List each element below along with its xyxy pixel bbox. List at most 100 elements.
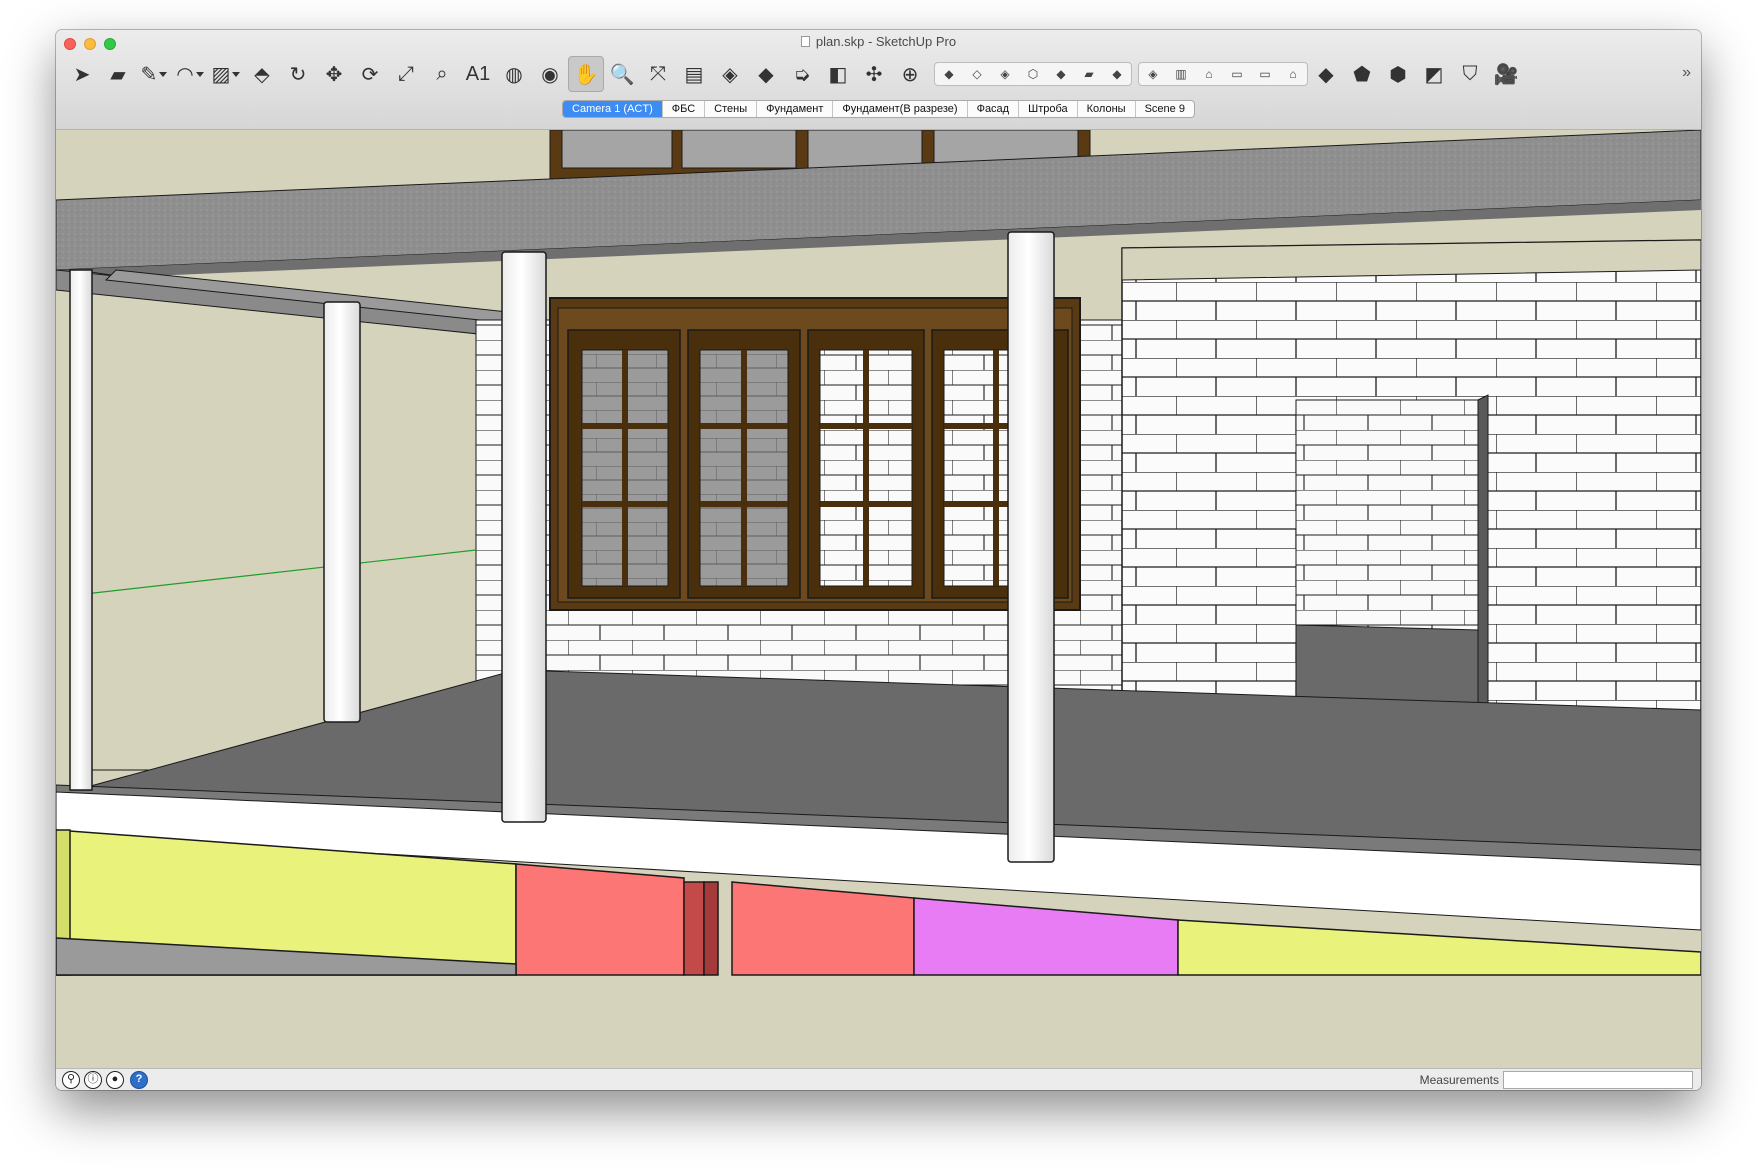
axes-tool-icon: ✣ — [865, 63, 883, 86]
toolbar-overflow-button[interactable]: » — [1682, 64, 1691, 82]
face-style-6-icon[interactable]: ◆ — [1103, 63, 1131, 85]
standard-view-group: ◈ ▥ ⌂ ▭ ▭ ⌂ — [1138, 62, 1308, 86]
paint-bucket-tool-icon: ◍ — [505, 63, 523, 86]
walkthrough-button[interactable]: 🎥 — [1488, 56, 1524, 92]
line-tool-button[interactable]: ✎ — [136, 56, 172, 92]
scene-tab[interactable]: Стены — [705, 101, 758, 117]
warehouse-icon: ▤ — [684, 63, 704, 86]
wireframe-icon: ⬢ — [1389, 63, 1407, 86]
face-style-4-icon[interactable]: ◆ — [1047, 63, 1075, 85]
credits-icon[interactable]: ⓘ — [84, 1071, 102, 1089]
help-icon[interactable]: ? — [130, 1071, 148, 1089]
text-tool-button[interactable]: A1 — [460, 56, 496, 92]
position-camera-button[interactable]: ⊕ — [892, 56, 928, 92]
back-edges-button[interactable]: ⬟ — [1344, 56, 1380, 92]
standard-view-3-icon[interactable]: ▭ — [1223, 63, 1251, 85]
scene-tab[interactable]: Штроба — [1019, 101, 1078, 117]
pan-tool-icon: ✋ — [573, 63, 599, 86]
zoom-tool-icon: 🔍 — [609, 63, 635, 86]
face-style-1-icon[interactable]: ◇ — [963, 63, 991, 85]
section-plane-button[interactable]: ◧ — [820, 56, 856, 92]
push-pull-tool-button[interactable]: ⬘ — [244, 56, 280, 92]
back-edges-icon: ⬟ — [1353, 63, 1371, 86]
sketchup-window: plan.skp - SketchUp Pro ➤ ▰ ✎ ◠ ▨ ⬘ ↻ ✥ ⟳ ⤢ ⌕ A1 ◍ ◉ ✋… — [56, 30, 1701, 1090]
extension-warehouse-icon: ◈ — [722, 63, 738, 86]
extension-warehouse-button[interactable]: ◈ — [712, 56, 748, 92]
face-style-group: ◆ ◇ ◈ ⬡ ◆ ▰ ◆ — [934, 62, 1132, 86]
scene-tab[interactable]: Фасад — [968, 101, 1020, 117]
shaded-icon: ◩ — [1424, 63, 1444, 86]
follow-me-tool-icon: ↻ — [289, 63, 307, 86]
walkthrough-icon: 🎥 — [1493, 63, 1519, 86]
window-title-text: plan.skp - SketchUp Pro — [815, 34, 957, 49]
3d-viewport[interactable] — [56, 130, 1701, 1068]
follow-me-tool-button[interactable]: ↻ — [280, 56, 316, 92]
scene-tab[interactable]: ФБС — [663, 101, 706, 117]
scene-tab[interactable]: Фундамент(В разрезе) — [833, 101, 968, 117]
main-toolbar: ➤ ▰ ✎ ◠ ▨ ⬘ ↻ ✥ ⟳ ⤢ ⌕ A1 ◍ ◉ ✋ 🔍 ⤧ ▤ ◈ ◆ ➭ ◧ ✣ ⊕ ◆ ◇ ◈ ⬡ ◆ ▰ ◆ ◈ ▥ ⌂ ▭ ▭ ⌂ ◆ ⬟… — [64, 54, 1524, 94]
select-tool-icon: ➤ — [73, 63, 91, 86]
eraser-tool-icon: ▰ — [110, 63, 126, 86]
user-icon[interactable]: ● — [106, 1071, 124, 1089]
xray-button[interactable]: ◆ — [1308, 56, 1344, 92]
zoom-tool-button[interactable]: 🔍 — [604, 56, 640, 92]
scene-tabs-row: Camera 1 (ACT) ФБС Стены Фундамент Фундамент… — [56, 100, 1701, 118]
paint-bucket-tool-button[interactable]: ◍ — [496, 56, 532, 92]
textured-icon: ⛉ — [1462, 62, 1478, 85]
tape-measure-tool-button[interactable]: ⌕ — [424, 56, 460, 92]
move-tool-button[interactable]: ✥ — [316, 56, 352, 92]
scene-tab[interactable]: Фундамент — [757, 101, 834, 117]
send-to-layout-icon: ➭ — [793, 63, 811, 86]
scene-tab[interactable]: Колоны — [1078, 101, 1136, 117]
standard-view-0-icon[interactable]: ◈ — [1139, 63, 1167, 85]
axes-tool-button[interactable]: ✣ — [856, 56, 892, 92]
eraser-tool-button[interactable]: ▰ — [100, 56, 136, 92]
measurements-label: Measurements — [1419, 1073, 1499, 1087]
zoom-extents-tool-button[interactable]: ⤧ — [640, 56, 676, 92]
scene-tab[interactable]: Camera 1 (ACT) — [563, 101, 663, 117]
orbit-tool-button[interactable]: ◉ — [532, 56, 568, 92]
zoom-extents-tool-icon: ⤧ — [650, 62, 666, 85]
status-bar: ⚲ ⓘ ● ? Measurements — [56, 1068, 1701, 1090]
position-camera-icon: ⊕ — [901, 63, 919, 86]
standard-view-5-icon[interactable]: ⌂ — [1279, 63, 1307, 85]
textured-button[interactable]: ⛉ — [1452, 56, 1488, 92]
arc-tool-button[interactable]: ◠ — [172, 56, 208, 92]
select-tool-button[interactable]: ➤ — [64, 56, 100, 92]
move-tool-icon: ✥ — [325, 63, 343, 86]
arc-tool-icon: ◠ — [176, 63, 194, 86]
face-style-5-icon[interactable]: ▰ — [1075, 63, 1103, 85]
scale-tool-button[interactable]: ⤢ — [388, 56, 424, 92]
scene-tab[interactable]: Scene 9 — [1136, 101, 1194, 117]
rectangle-tool-button[interactable]: ▨ — [208, 56, 244, 92]
components-icon: ◆ — [758, 63, 774, 86]
geo-location-icon[interactable]: ⚲ — [62, 1071, 80, 1089]
components-button[interactable]: ◆ — [748, 56, 784, 92]
text-tool-icon: A1 — [465, 62, 491, 85]
document-icon — [800, 36, 810, 47]
push-pull-tool-icon: ⬘ — [254, 63, 270, 86]
line-tool-icon: ✎ — [140, 63, 158, 86]
xray-icon: ◆ — [1318, 63, 1334, 86]
pan-tool-button[interactable]: ✋ — [568, 56, 604, 92]
shaded-button[interactable]: ◩ — [1416, 56, 1452, 92]
rectangle-tool-icon: ▨ — [211, 63, 231, 86]
standard-view-1-icon[interactable]: ▥ — [1167, 63, 1195, 85]
window-title: plan.skp - SketchUp Pro — [56, 34, 1701, 49]
face-style-2-icon[interactable]: ◈ — [991, 63, 1019, 85]
rotate-tool-button[interactable]: ⟳ — [352, 56, 388, 92]
section-plane-icon: ◧ — [828, 63, 848, 86]
model-view — [56, 130, 1701, 1068]
face-style-0-icon[interactable]: ◆ — [935, 63, 963, 85]
measurements-input[interactable] — [1503, 1071, 1693, 1089]
rotate-tool-icon: ⟳ — [361, 63, 379, 86]
send-to-layout-button[interactable]: ➭ — [784, 56, 820, 92]
orbit-tool-icon: ◉ — [541, 63, 559, 86]
face-style-3-icon[interactable]: ⬡ — [1019, 63, 1047, 85]
scale-tool-icon: ⤢ — [398, 62, 414, 85]
wireframe-button[interactable]: ⬢ — [1380, 56, 1416, 92]
standard-view-4-icon[interactable]: ▭ — [1251, 63, 1279, 85]
standard-view-2-icon[interactable]: ⌂ — [1195, 63, 1223, 85]
scene-tabs: Camera 1 (ACT) ФБС Стены Фундамент Фундамент… — [562, 100, 1195, 118]
warehouse-button[interactable]: ▤ — [676, 56, 712, 92]
